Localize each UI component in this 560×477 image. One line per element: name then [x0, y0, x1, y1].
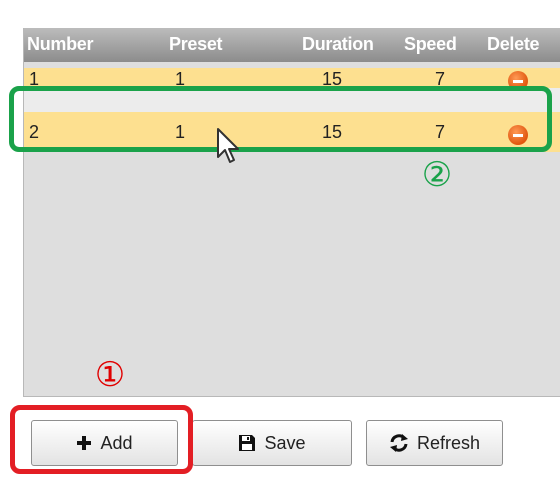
header-speed: Speed [404, 34, 457, 54]
step-marker-1: ① [94, 356, 126, 394]
refresh-arrows-icon [389, 434, 408, 452]
preset-tour-table: Number Preset Duration Speed Delete 1 1 … [23, 28, 560, 397]
refresh-button[interactable]: Refresh [366, 420, 503, 466]
header-number: Number [27, 34, 94, 54]
mouse-cursor-icon [217, 128, 239, 163]
header-delete: Delete [487, 34, 540, 54]
header-duration: Duration [302, 34, 374, 54]
save-button-label: Save [264, 432, 306, 453]
highlight-new-row-box [9, 86, 552, 152]
table-row[interactable]: 1 1 15 7 [24, 68, 560, 88]
table-header: Number Preset Duration Speed Delete [24, 28, 560, 62]
highlight-add-button-box [10, 405, 193, 474]
header-preset: Preset [169, 34, 223, 54]
save-button[interactable]: Save [192, 420, 352, 466]
floppy-disk-icon [239, 435, 256, 451]
refresh-button-label: Refresh [416, 432, 481, 453]
step-marker-2: ② [421, 156, 453, 194]
